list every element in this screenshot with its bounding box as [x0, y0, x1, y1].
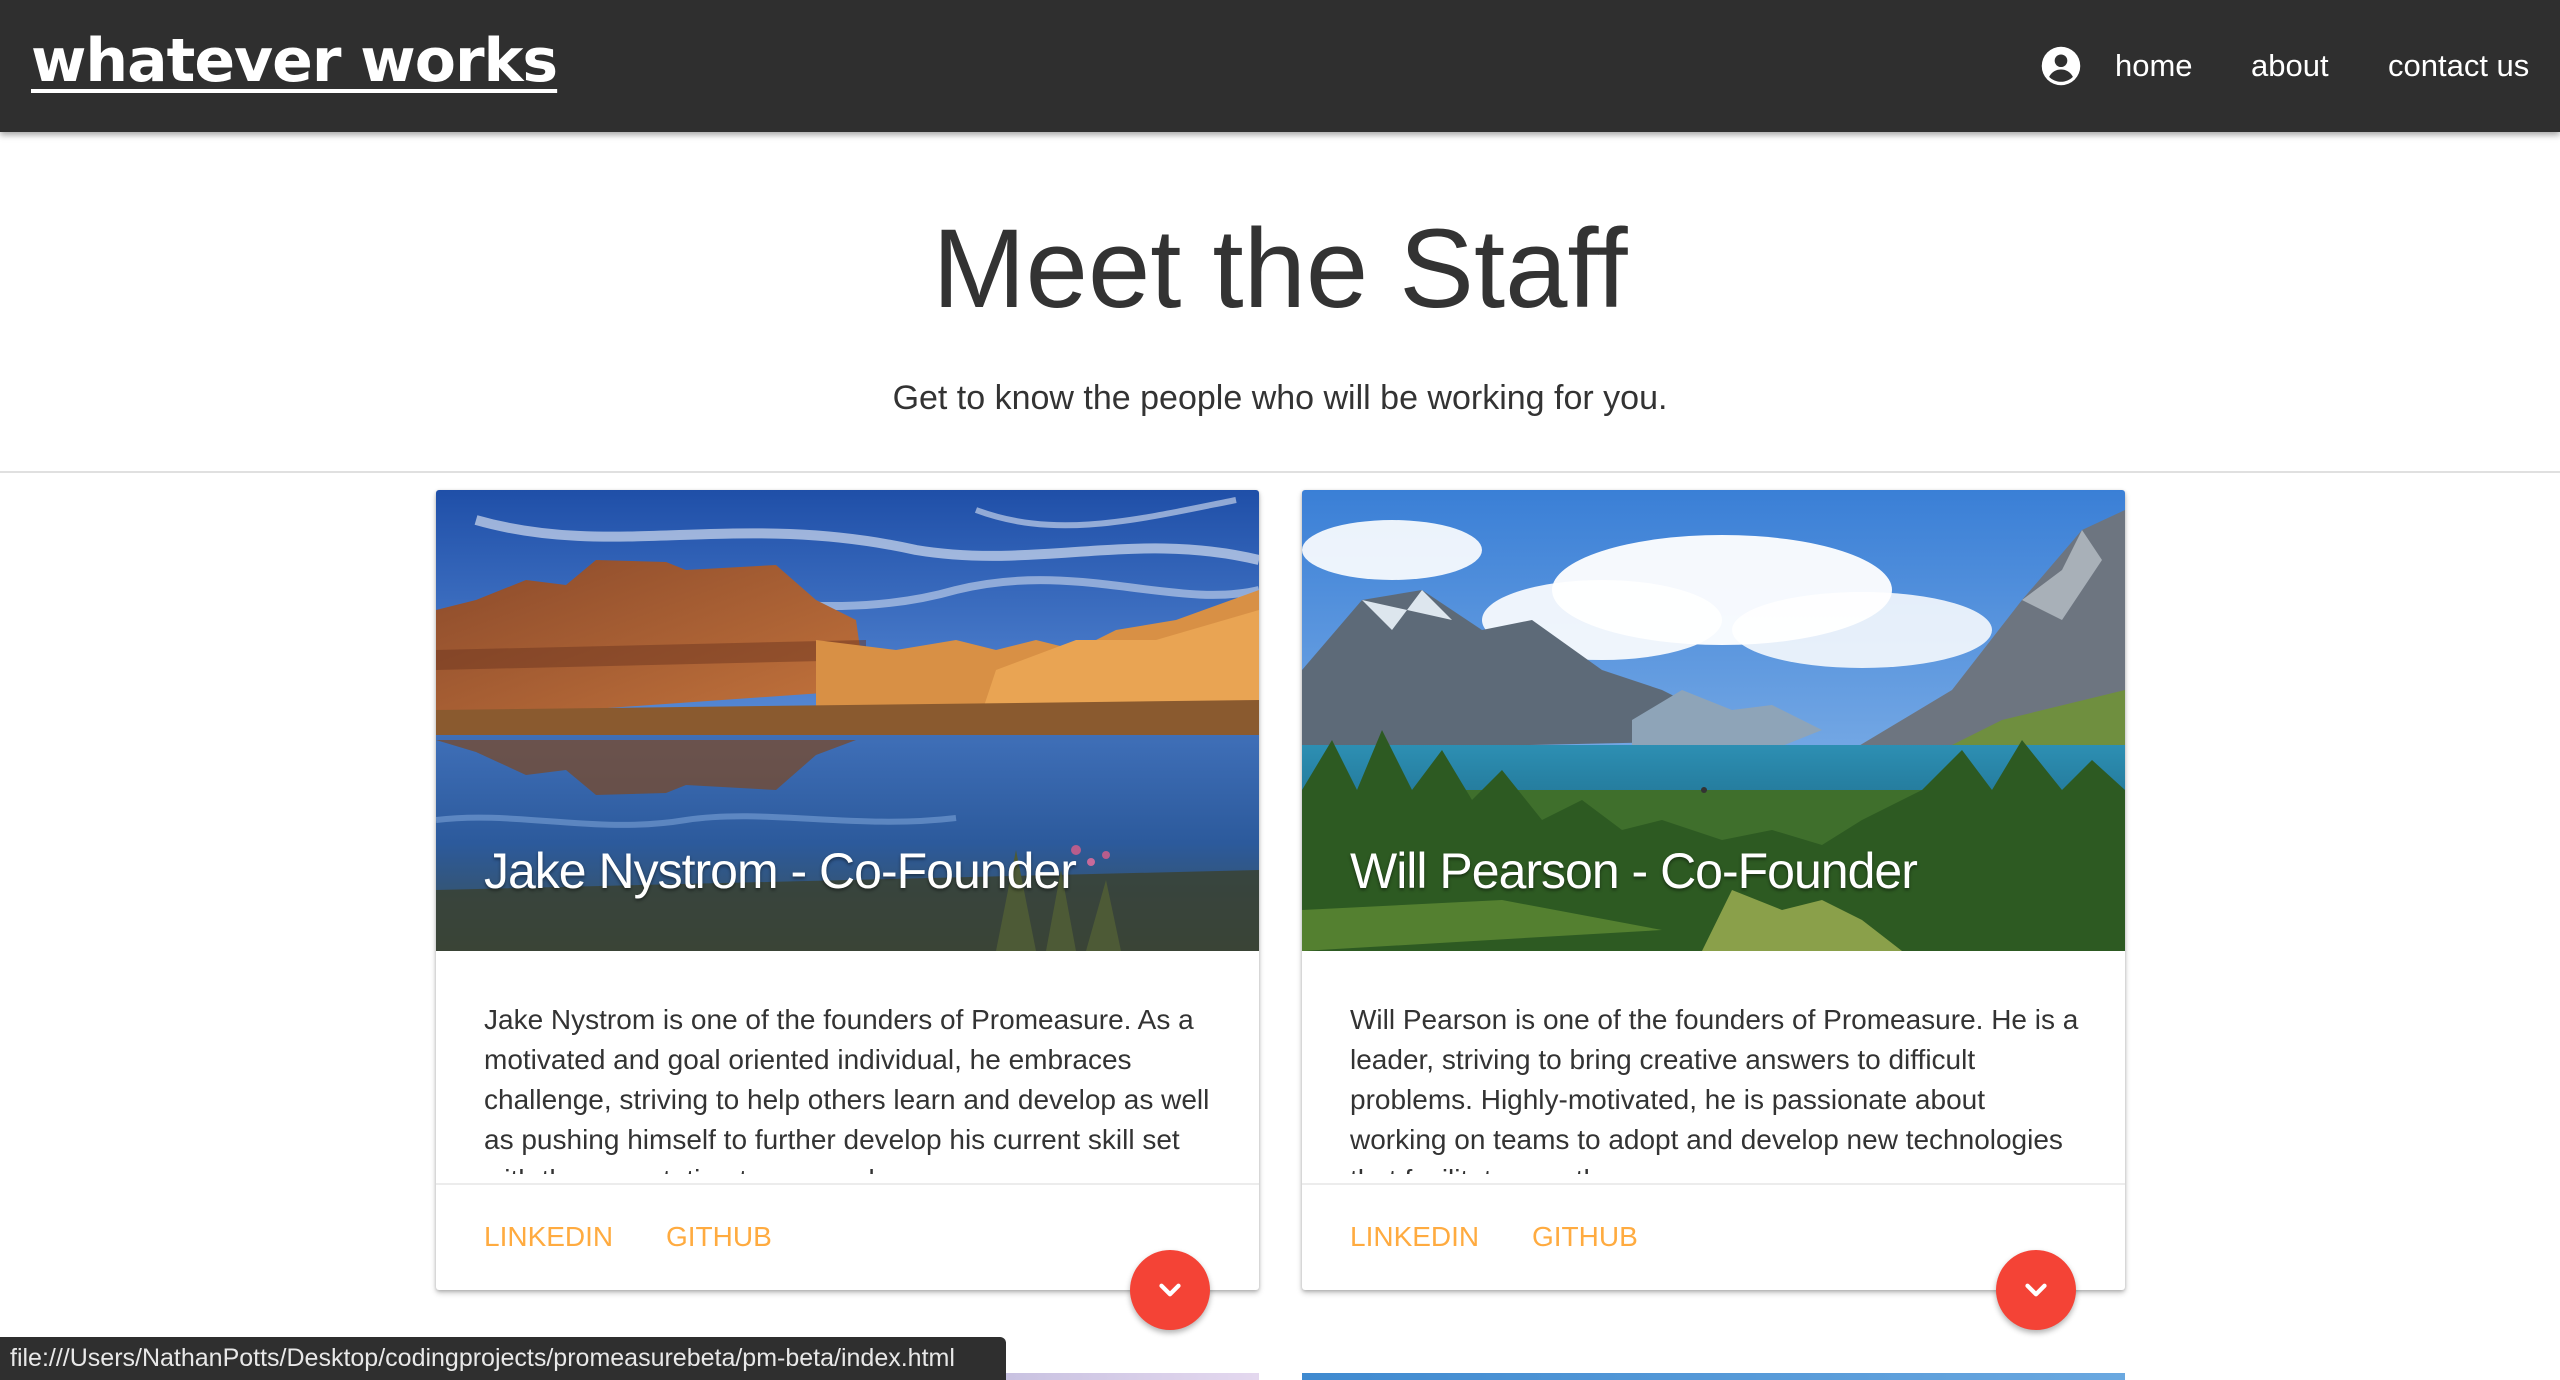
expand-card-button[interactable] — [1130, 1250, 1210, 1330]
page-header: Meet the Staff Get to know the people wh… — [0, 132, 2560, 473]
chevron-down-icon — [2025, 1283, 2047, 1297]
nav-contact-link[interactable]: contact us — [2388, 48, 2529, 84]
brand-logo-link[interactable]: whatever works — [31, 26, 558, 96]
card-title: Jake Nystrom - Co-Founder — [484, 843, 1077, 899]
page-subtitle: Get to know the people who will be worki… — [892, 379, 1668, 417]
card-description: Jake Nystrom is one of the founders of P… — [484, 1004, 1210, 1174]
card-image-canyon-lake: Jake Nystrom - Co-Founder — [436, 490, 1259, 951]
navbar: whatever works home about contact us — [0, 0, 2560, 132]
account-circle-icon[interactable] — [2040, 45, 2082, 87]
github-link[interactable]: GITHUB — [1532, 1221, 1638, 1253]
card-image-mountain-lake: Will Pearson - Co-Founder — [1302, 490, 2125, 951]
nav-about-link[interactable]: about — [2251, 48, 2329, 84]
github-link[interactable]: GITHUB — [666, 1221, 772, 1253]
expand-card-button[interactable] — [1996, 1250, 2076, 1330]
chevron-down-icon — [1159, 1283, 1181, 1297]
card-description: Will Pearson is one of the founders of P… — [1350, 1004, 2079, 1174]
linkedin-link[interactable]: LINKEDIN — [484, 1221, 613, 1253]
card-title: Will Pearson - Co-Founder — [1350, 843, 1918, 899]
staff-card-will: Will Pearson - Co-Founder Will Pearson i… — [1302, 490, 2125, 1330]
nav-home-link[interactable]: home — [2115, 48, 2193, 84]
page-title: Meet the Staff — [932, 206, 1628, 331]
next-card-image-peek — [1302, 1373, 2125, 1380]
browser-status-url: file:///Users/NathanPotts/Desktop/coding… — [0, 1337, 1006, 1380]
staff-card-jake: Jake Nystrom - Co-Founder Jake Nystrom i… — [436, 490, 1259, 1330]
linkedin-link[interactable]: LINKEDIN — [1350, 1221, 1479, 1253]
